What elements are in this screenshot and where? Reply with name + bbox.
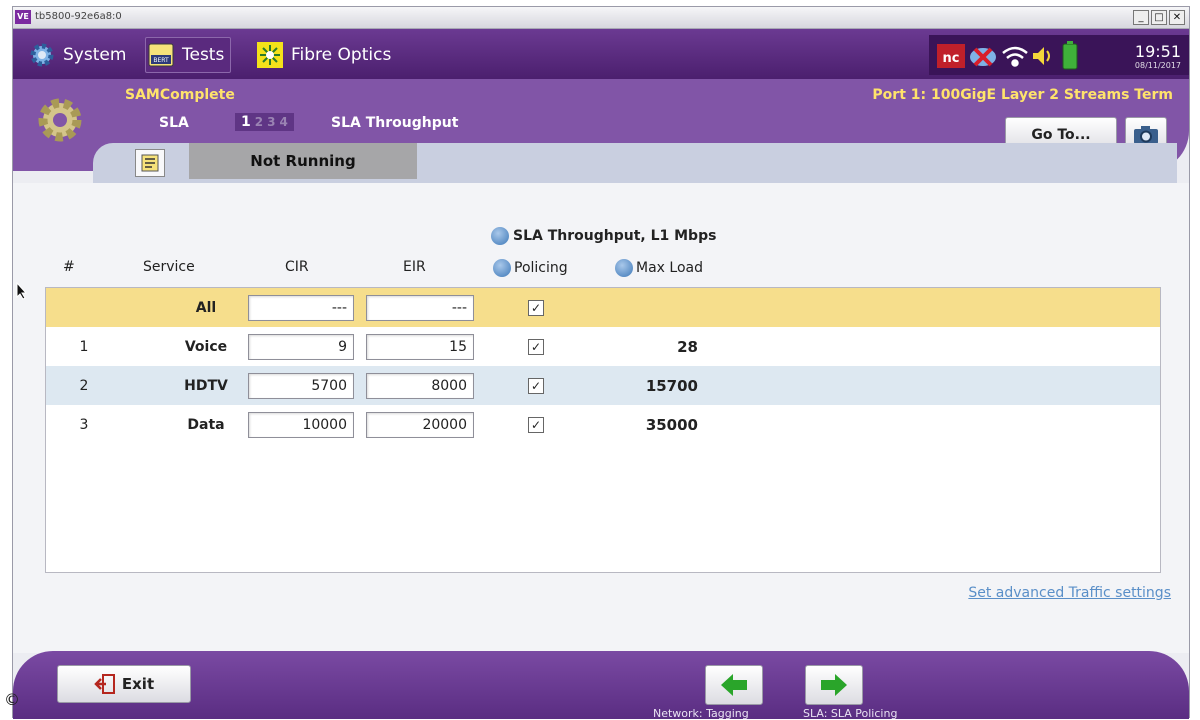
nav-tests[interactable]: BERT Tests bbox=[145, 37, 232, 73]
cir-input[interactable]: 10000 bbox=[248, 412, 354, 438]
exit-label: Exit bbox=[121, 675, 155, 693]
exit-button[interactable]: Exit bbox=[57, 665, 191, 703]
app-icon: VE bbox=[15, 10, 31, 24]
row-number bbox=[74, 288, 94, 327]
step-4[interactable]: 4 bbox=[279, 115, 287, 129]
info-icon[interactable] bbox=[491, 227, 509, 245]
settings-gear-icon[interactable] bbox=[33, 93, 87, 147]
notes-icon bbox=[141, 154, 159, 172]
window-title: tb5800-92e6a8:0 bbox=[35, 11, 122, 22]
step-indicator: 1 2 3 4 bbox=[235, 113, 294, 131]
policing-checkbox[interactable]: ✓ bbox=[528, 300, 544, 316]
step-2[interactable]: 2 bbox=[255, 115, 263, 129]
run-status-bar: Not Running bbox=[93, 143, 1177, 183]
service-name: Data bbox=[187, 416, 225, 433]
clock: 19:51 08/11/2017 bbox=[1134, 42, 1181, 71]
nav-fibre-label: Fibre Optics bbox=[291, 45, 392, 65]
main-content: SLA Throughput, L1 Mbps # Service CIR EI… bbox=[13, 183, 1189, 653]
max-load-value: 35000 bbox=[645, 415, 698, 434]
previous-label: Network: Tagging bbox=[653, 707, 749, 720]
cloud-disconnected-icon bbox=[970, 47, 996, 67]
eir-input[interactable]: 20000 bbox=[366, 412, 474, 438]
col-cir: CIR bbox=[285, 259, 309, 275]
close-button[interactable]: ✕ bbox=[1169, 10, 1185, 25]
bert-icon: BERT bbox=[146, 40, 176, 70]
cir-input[interactable]: --- bbox=[248, 295, 354, 321]
run-status: Not Running bbox=[189, 143, 417, 179]
gear-icon bbox=[27, 40, 57, 70]
fibre-optics-icon bbox=[255, 40, 285, 70]
max-load-value: 28 bbox=[677, 337, 698, 356]
step-name: SLA Throughput bbox=[331, 115, 459, 131]
next-label: SLA: SLA Policing bbox=[803, 707, 898, 720]
app-name: SAMComplete bbox=[125, 87, 235, 103]
row-number: 3 bbox=[79, 416, 89, 433]
service-name: HDTV bbox=[184, 377, 228, 394]
row-number: 1 bbox=[79, 338, 89, 355]
nc-icon: nc bbox=[937, 44, 965, 68]
battery-icon bbox=[1062, 41, 1078, 70]
bottom-bar: Exit Network: Tagging SLA: SLA Policing bbox=[13, 651, 1189, 720]
clock-time: 19:51 bbox=[1134, 42, 1181, 61]
nav-fibre-optics[interactable]: Fibre Optics bbox=[255, 37, 391, 73]
row-number: 2 bbox=[79, 377, 89, 394]
policing-checkbox[interactable]: ✓ bbox=[528, 339, 544, 355]
cir-input[interactable]: 9 bbox=[248, 334, 354, 360]
col-max-load-label: Max Load bbox=[636, 260, 703, 276]
nav-tests-label: Tests bbox=[182, 45, 225, 65]
maximize-button[interactable]: □ bbox=[1151, 10, 1167, 25]
status-tray: nc 19:51 08/11/2017 bbox=[929, 35, 1189, 75]
arrow-left-icon bbox=[721, 674, 747, 696]
eir-input[interactable]: --- bbox=[366, 295, 474, 321]
col-eir: EIR bbox=[403, 259, 426, 275]
table-title: SLA Throughput, L1 Mbps bbox=[491, 227, 716, 245]
table-title-text: SLA Throughput, L1 Mbps bbox=[513, 228, 717, 244]
col-service: Service bbox=[143, 259, 195, 275]
nav-system-label: System bbox=[63, 45, 127, 65]
cir-input[interactable]: 5700 bbox=[248, 373, 354, 399]
arrow-right-icon bbox=[821, 674, 847, 696]
table-row[interactable]: All --- --- ✓ bbox=[46, 288, 1160, 327]
col-max-load: Max Load bbox=[615, 259, 703, 277]
advanced-traffic-link[interactable]: Set advanced Traffic settings bbox=[968, 585, 1171, 601]
minimize-button[interactable]: _ bbox=[1133, 10, 1149, 25]
top-nav: System BERT Tests Fibre Optics nc 19:51 bbox=[13, 29, 1189, 79]
policing-checkbox[interactable]: ✓ bbox=[528, 378, 544, 394]
col-policing: Policing bbox=[493, 259, 568, 277]
copyright-mark: © bbox=[4, 690, 20, 709]
max-load-info-icon[interactable] bbox=[615, 259, 633, 277]
wifi-icon bbox=[1002, 46, 1028, 67]
mouse-cursor-icon bbox=[16, 282, 28, 300]
nav-system[interactable]: System bbox=[27, 37, 126, 73]
app-window: VE tb5800-92e6a8:0 _ □ ✕ System BERT Tes… bbox=[12, 6, 1190, 720]
clock-date: 08/11/2017 bbox=[1134, 61, 1181, 70]
speaker-icon bbox=[1033, 47, 1050, 65]
notes-button[interactable] bbox=[135, 149, 165, 177]
service-table: All --- --- ✓ 1 Voice 9 15 ✓ 28 2 HDTV 5… bbox=[45, 287, 1161, 573]
policing-checkbox[interactable]: ✓ bbox=[528, 417, 544, 433]
max-load-value bbox=[606, 288, 698, 327]
eir-input[interactable]: 15 bbox=[366, 334, 474, 360]
service-name: Voice bbox=[184, 338, 228, 355]
eir-input[interactable]: 8000 bbox=[366, 373, 474, 399]
title-bar: VE tb5800-92e6a8:0 _ □ ✕ bbox=[13, 7, 1189, 29]
col-policing-label: Policing bbox=[514, 260, 568, 276]
policing-info-icon[interactable] bbox=[493, 259, 511, 277]
step-3[interactable]: 3 bbox=[267, 115, 275, 129]
table-row[interactable]: 1 Voice 9 15 ✓ 28 bbox=[46, 327, 1160, 366]
svg-text:nc: nc bbox=[943, 51, 960, 66]
max-load-value: 15700 bbox=[645, 376, 698, 395]
step-1[interactable]: 1 bbox=[241, 114, 251, 130]
camera-icon bbox=[1134, 126, 1158, 144]
port-label: Port 1: 100GigE Layer 2 Streams Term bbox=[872, 87, 1173, 103]
svg-text:BERT: BERT bbox=[153, 57, 169, 64]
col-num: # bbox=[63, 259, 75, 275]
next-button[interactable] bbox=[805, 665, 863, 705]
exit-icon bbox=[94, 674, 115, 694]
previous-button[interactable] bbox=[705, 665, 763, 705]
table-row[interactable]: 2 HDTV 5700 8000 ✓ 15700 bbox=[46, 366, 1160, 405]
table-row[interactable]: 3 Data 10000 20000 ✓ 35000 bbox=[46, 405, 1160, 444]
section-label: SLA bbox=[159, 115, 189, 131]
service-name: All bbox=[195, 299, 217, 316]
